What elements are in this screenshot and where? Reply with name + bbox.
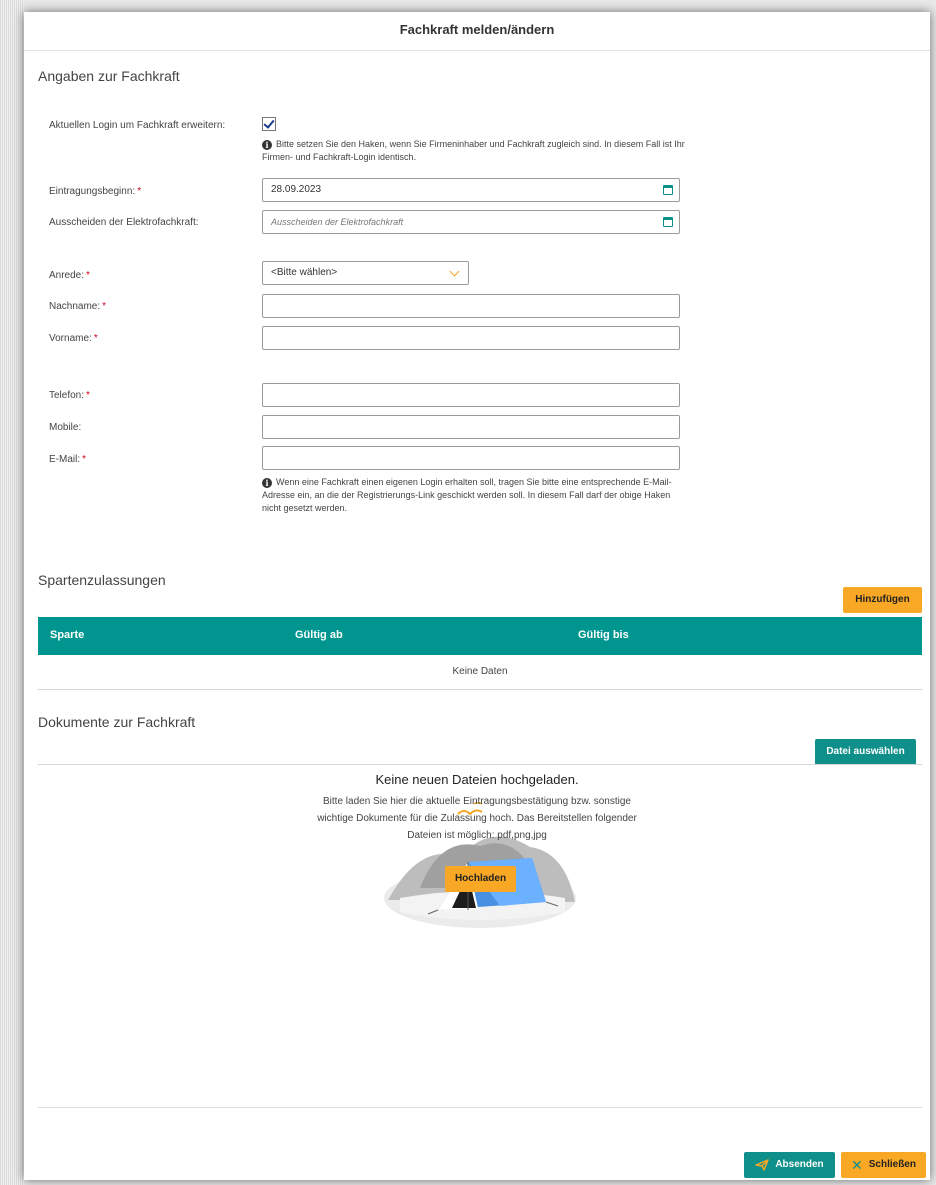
login-hint-text: Bitte setzen Sie den Haken, wenn Sie Fir… <box>262 139 685 162</box>
info-icon: i <box>262 478 272 488</box>
ausscheiden-label: Ausscheiden der Elektrofachkraft: <box>49 217 199 228</box>
ausscheiden-placeholder: Ausscheiden der Elektrofachkraft <box>271 217 404 227</box>
eintragungsbeginn-field[interactable]: 28.09.2023 <box>262 178 680 202</box>
sparten-table-header: Sparte Gültig ab Gültig bis <box>38 617 922 655</box>
anrede-select[interactable]: <Bitte wählen> <box>262 261 469 285</box>
email-hint-text: Wenn eine Fachkraft einen eigenen Login … <box>262 477 672 513</box>
column-header-gueltig-ab[interactable]: Gültig ab <box>295 629 343 641</box>
login-hint: i Bitte setzen Sie den Haken, wenn Sie Fi… <box>262 138 687 164</box>
documents-divider <box>38 764 922 765</box>
login-label: Aktuellen Login um Fachkraft erweitern: <box>49 120 226 131</box>
vorname-label: Vorname: * <box>49 333 98 344</box>
submit-button[interactable]: Absenden <box>744 1152 835 1178</box>
section-title-fachkraft: Angaben zur Fachkraft <box>38 68 180 84</box>
email-label: E-Mail: * <box>49 454 87 465</box>
empty-files-title: Keine neuen Dateien hochgeladen. <box>375 772 579 787</box>
eintragungsbeginn-value: 28.09.2023 <box>271 184 322 195</box>
section-title-sparten: Spartenzulassungen <box>38 572 166 588</box>
info-icon: i <box>262 140 272 150</box>
email-hint: i Wenn eine Fachkraft einen eigenen Login… <box>262 476 687 515</box>
section-title-dokumente: Dokumente zur Fachkraft <box>38 714 196 730</box>
empty-files-description: Bitte laden Sie hier die aktuelle Eintra… <box>317 796 637 841</box>
fachkraft-dialog: Fachkraft melden/ändern Angaben zur Fach… <box>24 12 930 1180</box>
nachname-label: Nachname: * <box>49 301 107 312</box>
anrede-value: <Bitte wählen> <box>271 267 338 278</box>
telefon-label: Telefon: * <box>49 390 90 401</box>
login-checkbox[interactable] <box>262 117 276 131</box>
vorname-field[interactable] <box>262 326 680 350</box>
nachname-field[interactable] <box>262 294 680 318</box>
email-field[interactable] <box>262 446 680 470</box>
send-icon <box>755 1159 770 1171</box>
dialog-content: Angaben zur Fachkraft Aktuellen Login um… <box>24 50 930 1180</box>
eintragungsbeginn-label: Eintragungsbeginn: * <box>49 186 142 197</box>
calendar-icon[interactable] <box>663 185 673 195</box>
dialog-title: Fachkraft melden/ändern <box>24 12 930 51</box>
background-stripe <box>0 0 24 1185</box>
checkmark-icon <box>263 117 275 129</box>
upload-button[interactable]: Hochladen <box>445 866 516 892</box>
mobile-field[interactable] <box>262 415 680 439</box>
submit-label: Absenden <box>775 1159 824 1170</box>
ausscheiden-field[interactable]: Ausscheiden der Elektrofachkraft <box>262 210 680 234</box>
mobile-label: Mobile: <box>49 422 82 433</box>
close-label: Schließen <box>868 1159 916 1170</box>
column-header-gueltig-bis[interactable]: Gültig bis <box>578 629 629 641</box>
anrede-label: Anrede: * <box>49 270 90 281</box>
sparten-table-empty: Keine Daten <box>38 655 922 690</box>
close-icon: ✕ <box>851 1157 863 1173</box>
calendar-icon[interactable] <box>663 217 673 227</box>
telefon-field[interactable] <box>262 383 680 407</box>
footer-divider <box>38 1107 922 1108</box>
chevron-down-icon <box>449 266 460 277</box>
column-header-sparte[interactable]: Sparte <box>50 629 84 641</box>
close-button[interactable]: ✕ Schließen <box>841 1152 926 1178</box>
add-sparte-button[interactable]: Hinzufügen <box>843 587 922 613</box>
choose-file-button[interactable]: Datei auswählen <box>815 739 916 765</box>
